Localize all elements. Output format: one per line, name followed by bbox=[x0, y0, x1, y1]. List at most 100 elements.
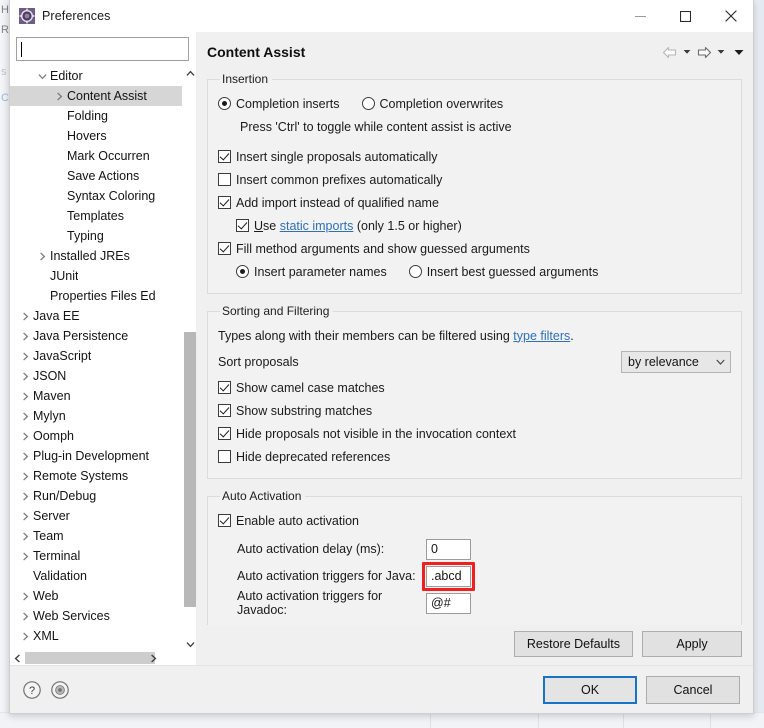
back-dropdown-chevron-down-icon[interactable] bbox=[680, 42, 693, 62]
apply-button[interactable]: Apply bbox=[642, 631, 742, 657]
chevron-right-icon[interactable] bbox=[18, 511, 33, 521]
insert-common-prefixes-checkbox[interactable] bbox=[218, 173, 231, 186]
sort-proposals-combo[interactable]: by relevance bbox=[621, 350, 731, 373]
tree-item-syntax-coloring[interactable]: Syntax Coloring bbox=[10, 186, 182, 206]
sort-proposals-row: Sort proposals by relevance bbox=[218, 347, 731, 376]
tree-item-typing[interactable]: Typing bbox=[10, 226, 182, 246]
chevron-right-icon[interactable] bbox=[18, 631, 33, 641]
tree-item-editor[interactable]: Editor bbox=[10, 66, 182, 86]
filter-input[interactable] bbox=[21, 39, 184, 59]
static-imports-link[interactable]: static imports bbox=[280, 219, 354, 233]
tree-item-json[interactable]: JSON bbox=[10, 366, 182, 386]
back-arrow-icon[interactable] bbox=[660, 42, 679, 62]
tree-item-java-persistence[interactable]: Java Persistence bbox=[10, 326, 182, 346]
chevron-down-icon[interactable] bbox=[35, 72, 50, 81]
chevron-right-icon[interactable] bbox=[18, 591, 33, 601]
scroll-left-icon[interactable] bbox=[10, 651, 24, 665]
fill-method-arguments-checkbox[interactable] bbox=[218, 242, 231, 255]
chevron-right-icon[interactable] bbox=[18, 491, 33, 501]
tree-item-validation[interactable]: Validation bbox=[10, 566, 182, 586]
insert-best-guessed-label: Insert best guessed arguments bbox=[426, 264, 599, 279]
tree-item-xml[interactable]: XML bbox=[10, 626, 182, 646]
completion-inserts-radio[interactable] bbox=[218, 97, 231, 110]
insert-best-guessed-radio[interactable] bbox=[408, 265, 422, 278]
tree-item-javascript[interactable]: JavaScript bbox=[10, 346, 182, 366]
chevron-right-icon[interactable] bbox=[18, 411, 33, 421]
tree-item-terminal[interactable]: Terminal bbox=[10, 546, 182, 566]
filter-field-wrapper[interactable] bbox=[16, 37, 189, 61]
tree-item-mark-occurren[interactable]: Mark Occurren bbox=[10, 146, 182, 166]
chevron-right-icon[interactable] bbox=[18, 371, 33, 381]
tree-item-web-services[interactable]: Web Services bbox=[10, 606, 182, 626]
add-import-checkbox[interactable] bbox=[218, 196, 231, 209]
chevron-right-icon[interactable] bbox=[18, 331, 33, 341]
cancel-button[interactable]: Cancel bbox=[646, 675, 740, 704]
tree-item-save-actions[interactable]: Save Actions bbox=[10, 166, 182, 186]
chevron-right-icon[interactable] bbox=[18, 611, 33, 621]
restore-defaults-button[interactable]: Restore Defaults bbox=[513, 631, 633, 657]
type-filters-link[interactable]: type filters bbox=[513, 329, 570, 343]
tree-scrollbar-thumb[interactable] bbox=[184, 332, 196, 607]
tree-item-installed-jres[interactable]: Installed JREs bbox=[10, 246, 182, 266]
auto-activation-delay-input[interactable]: 0 bbox=[426, 538, 471, 560]
tree-item-content-assist[interactable]: Content Assist bbox=[10, 86, 182, 106]
tree-item-hovers[interactable]: Hovers bbox=[10, 126, 182, 146]
chevron-right-icon[interactable] bbox=[52, 91, 67, 101]
chevron-right-icon[interactable] bbox=[18, 471, 33, 481]
tree-item-folding[interactable]: Folding bbox=[10, 106, 182, 126]
tree-item-label: Terminal bbox=[33, 549, 81, 563]
scroll-right-icon[interactable] bbox=[146, 651, 160, 665]
show-substring-checkbox[interactable] bbox=[218, 404, 231, 417]
tree-item-plug-in-development[interactable]: Plug-in Development bbox=[10, 446, 182, 466]
chevron-right-icon[interactable] bbox=[18, 351, 33, 361]
forward-arrow-icon[interactable] bbox=[694, 42, 713, 62]
scroll-up-icon[interactable] bbox=[183, 66, 196, 80]
completion-overwrites-radio[interactable] bbox=[361, 97, 375, 110]
info-circle-icon[interactable] bbox=[49, 679, 71, 701]
hide-deprecated-row: Hide deprecated references bbox=[218, 445, 731, 468]
hide-deprecated-checkbox[interactable] bbox=[218, 450, 231, 463]
insert-single-proposals-checkbox[interactable] bbox=[218, 150, 231, 163]
tree-item-web[interactable]: Web bbox=[10, 586, 182, 606]
maximize-button[interactable] bbox=[663, 0, 708, 32]
tree-item-maven[interactable]: Maven bbox=[10, 386, 182, 406]
view-menu-icon[interactable] bbox=[732, 42, 745, 62]
tree-item-remote-systems[interactable]: Remote Systems bbox=[10, 466, 182, 486]
chevron-right-icon[interactable] bbox=[18, 451, 33, 461]
chevron-down-icon[interactable] bbox=[710, 359, 730, 365]
chevron-right-icon[interactable] bbox=[18, 531, 33, 541]
preferences-tree[interactable]: Editor Content Assist Folding Hovers Mark Oc… bbox=[10, 66, 182, 651]
tree-item-templates[interactable]: Templates bbox=[10, 206, 182, 226]
dialog-titlebar: Preferences bbox=[10, 0, 753, 32]
tree-item-oomph[interactable]: Oomph bbox=[10, 426, 182, 446]
chevron-right-icon[interactable] bbox=[18, 551, 33, 561]
javadoc-triggers-input[interactable]: @# bbox=[426, 592, 471, 614]
tree-item-java-ee[interactable]: Java EE bbox=[10, 306, 182, 326]
tree-item-server[interactable]: Server bbox=[10, 506, 182, 526]
scroll-down-icon[interactable] bbox=[183, 637, 196, 651]
chevron-right-icon[interactable] bbox=[18, 311, 33, 321]
tree-item-mylyn[interactable]: Mylyn bbox=[10, 406, 182, 426]
use-static-imports-checkbox[interactable] bbox=[236, 219, 249, 232]
chevron-right-icon[interactable] bbox=[18, 391, 33, 401]
ok-button[interactable]: OK bbox=[543, 675, 637, 704]
forward-dropdown-chevron-down-icon[interactable] bbox=[714, 42, 727, 62]
tree-vertical-scrollbar[interactable] bbox=[182, 66, 196, 651]
tree-item-label: Remote Systems bbox=[33, 469, 129, 483]
chevron-right-icon[interactable] bbox=[35, 251, 50, 261]
tree-hscrollbar-thumb[interactable] bbox=[25, 652, 155, 664]
show-camel-case-checkbox[interactable] bbox=[218, 381, 231, 394]
insert-parameter-names-radio[interactable] bbox=[236, 265, 249, 278]
help-question-icon[interactable]: ? bbox=[21, 679, 43, 701]
close-button[interactable] bbox=[708, 0, 753, 32]
tree-item-team[interactable]: Team bbox=[10, 526, 182, 546]
minimize-button[interactable] bbox=[618, 0, 663, 32]
tree-horizontal-scrollbar[interactable] bbox=[10, 651, 196, 665]
tree-item-run-debug[interactable]: Run/Debug bbox=[10, 486, 182, 506]
hide-not-visible-checkbox[interactable] bbox=[218, 427, 231, 440]
tree-item-junit[interactable]: JUnit bbox=[10, 266, 182, 286]
enable-auto-activation-checkbox[interactable] bbox=[218, 514, 231, 527]
chevron-right-icon[interactable] bbox=[18, 431, 33, 441]
tree-item-properties-files-ed[interactable]: Properties Files Ed bbox=[10, 286, 182, 306]
java-triggers-input[interactable]: .abcd bbox=[426, 565, 471, 587]
